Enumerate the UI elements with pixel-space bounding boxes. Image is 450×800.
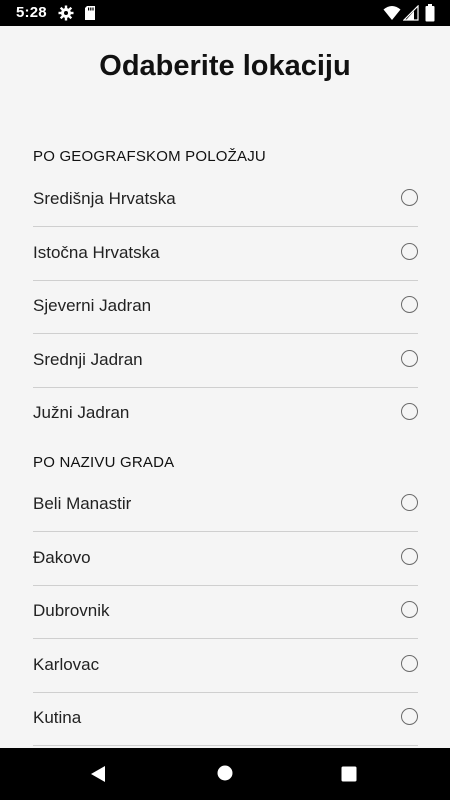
status-bar: 5:28 (0, 0, 450, 26)
list-item-label: Dubrovnik (33, 601, 110, 620)
list-item[interactable]: Središnja Hrvatska (33, 173, 418, 227)
list-item-label: Beli Manastir (33, 494, 132, 513)
radio-button[interactable] (401, 601, 418, 618)
list-item-label: Sjeverni Jadran (33, 296, 152, 315)
radio-button[interactable] (401, 350, 418, 367)
page-title: Odaberite lokaciju (99, 50, 351, 82)
signal-icon (402, 4, 419, 26)
list-item-label: Južni Jadran (33, 403, 130, 422)
section-header-region: PO GEOGRAFSKOM POLOŽAJU (33, 148, 266, 165)
list-item-label: Kutina (33, 708, 82, 727)
radio-button[interactable] (401, 494, 418, 511)
battery-icon (425, 4, 435, 27)
list-item[interactable]: Kutina (33, 692, 418, 746)
list-item[interactable]: Đakovo (33, 532, 418, 586)
list-item-label: Karlovac (33, 655, 100, 674)
section-header-city: PO NAZIVU GRADA (33, 454, 175, 471)
list-item[interactable]: Karlovac (33, 639, 418, 693)
list-item[interactable]: Srednji Jadran (33, 334, 418, 388)
navigation-bar (0, 748, 450, 800)
list-item-label: Srednji Jadran (33, 350, 143, 369)
list-item[interactable]: Dubrovnik (33, 585, 418, 639)
wifi-icon (383, 5, 401, 26)
sd-card-icon (84, 5, 96, 26)
list-item-label: Istočna Hrvatska (33, 243, 160, 262)
radio-button[interactable] (401, 403, 418, 420)
back-icon[interactable] (90, 765, 108, 788)
gear-icon (58, 5, 74, 26)
list-item[interactable]: Beli Manastir (33, 478, 418, 532)
radio-button[interactable] (401, 548, 418, 565)
radio-button[interactable] (401, 296, 418, 313)
radio-button[interactable] (401, 189, 418, 206)
status-time: 5:28 (16, 4, 47, 21)
radio-button[interactable] (401, 708, 418, 725)
list-item-label: Đakovo (33, 548, 91, 567)
radio-button[interactable] (401, 243, 418, 260)
list-item[interactable]: Južni Jadran (33, 387, 418, 440)
list-item[interactable]: Istočna Hrvatska (33, 227, 418, 281)
list-item[interactable]: Sjeverni Jadran (33, 280, 418, 334)
radio-button[interactable] (401, 655, 418, 672)
recents-icon[interactable] (341, 766, 357, 787)
list-item-label: Središnja Hrvatska (33, 189, 176, 208)
home-icon[interactable] (217, 765, 233, 786)
